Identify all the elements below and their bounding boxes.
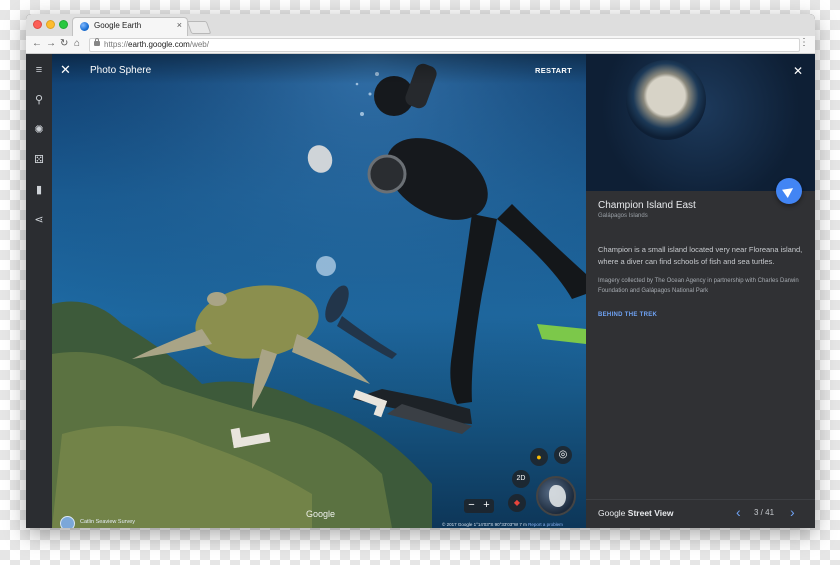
menu-icon[interactable]: ≡ [33,64,45,76]
google-watermark: Google [306,509,336,519]
photo-sphere-viewer[interactable]: ✕ Photo Sphere RESTART Catlin Seaview Su… [52,54,586,528]
close-card-icon[interactable]: ✕ [793,64,803,78]
navigation-bar: ← → ↻ ⌂ https://earth.google.com/web/ ⋮ [26,36,815,54]
island-image [626,60,706,140]
url-text: https://earth.google.com/web/ [104,39,209,51]
close-photo-sphere-icon[interactable]: ✕ [60,62,71,78]
report-problem-link[interactable]: Report a problem [528,522,563,527]
place-title: Champion Island East [598,200,696,211]
globe-minimap[interactable] [536,476,576,516]
island-satellite-thumbnail [586,54,815,191]
reload-icon[interactable]: ↻ [60,37,68,51]
left-rail: ≡ ⚲ ✺ ⚄ ▮ ⋖ [26,54,52,528]
compass-icon[interactable]: ◆ [508,494,526,512]
back-icon[interactable]: ← [32,37,42,51]
google-earth-app: ≡ ⚲ ✺ ⚄ ▮ ⋖ ✕ Photo Sphere RESTART Catli… [26,54,815,528]
minimize-window-button[interactable] [46,20,55,29]
imagery-credit: Imagery collected by The Ocean Agency in… [598,278,799,294]
search-icon[interactable]: ⚲ [33,94,45,106]
lock-icon [94,38,100,46]
next-icon[interactable]: › [790,504,795,520]
attribution-text: © 2017 Google 1°14'03"S 90°33'03"W 7 m [442,522,527,527]
fly-to-button[interactable] [776,178,802,204]
zoom-in-button[interactable]: + [479,499,494,513]
street-view-logo: Google Street View [598,508,673,518]
tab-close-icon[interactable]: × [177,20,182,30]
feeling-lucky-icon[interactable]: ⚄ [33,154,45,166]
google-earth-favicon-icon [80,22,89,31]
globe-landmass [549,485,566,507]
underwater-scene [52,54,586,528]
attribution-bar: © 2017 Google 1°14'03"S 90°33'03"W 7 m R… [442,522,563,527]
forward-icon[interactable]: → [46,37,56,51]
tab-google-earth[interactable]: Google Earth × [72,17,188,36]
place-subtitle: Galápagos Islands [598,213,648,219]
zoom-controls: − + [464,499,494,513]
card-footer: Google Street View ‹ 3 / 41 › [586,499,815,528]
url-host: earth.google.com [128,40,190,49]
knowledge-card: ✕ Champion Island East Galápagos Islands… [586,54,815,528]
browser-window: Google Earth × ← → ↻ ⌂ https://earth.goo… [26,14,815,528]
share-icon[interactable]: ⋖ [33,214,45,226]
address-bar[interactable]: https://earth.google.com/web/ [89,38,800,52]
close-window-button[interactable] [33,20,42,29]
place-description: Champion is a small island located very … [598,245,803,266]
home-icon[interactable]: ⌂ [74,37,80,51]
behind-the-trek-link[interactable]: BEHIND THE TREK [598,312,657,318]
tab-title: Google Earth [94,21,142,30]
bookmark-icon[interactable]: ▮ [33,184,45,196]
pager-count: 3 / 41 [754,508,775,517]
restart-button[interactable]: RESTART [535,66,572,75]
new-tab-button[interactable] [186,21,212,34]
photo-sphere-title: Photo Sphere [90,65,152,76]
maximize-window-button[interactable] [59,20,68,29]
street-view-logo-google: Google [598,508,626,518]
url-protocol: https:// [104,40,129,49]
mode-2d-button[interactable]: 2D [512,470,530,488]
previous-icon[interactable]: ‹ [736,504,741,520]
street-view-logo-text: Street View [627,508,674,518]
contributor-avatar [60,516,75,528]
tab-bar: Google Earth × [26,14,815,37]
browser-menu-icon[interactable]: ⋮ [799,37,809,48]
url-path: /web/ [189,40,209,49]
contributor-name: Catlin Seaview Survey [80,519,136,525]
zoom-out-button[interactable]: − [464,499,479,513]
pegman-icon[interactable]: ● [530,448,548,466]
voyager-icon[interactable]: ✺ [33,124,45,136]
my-location-icon[interactable]: ◎ [554,446,572,464]
